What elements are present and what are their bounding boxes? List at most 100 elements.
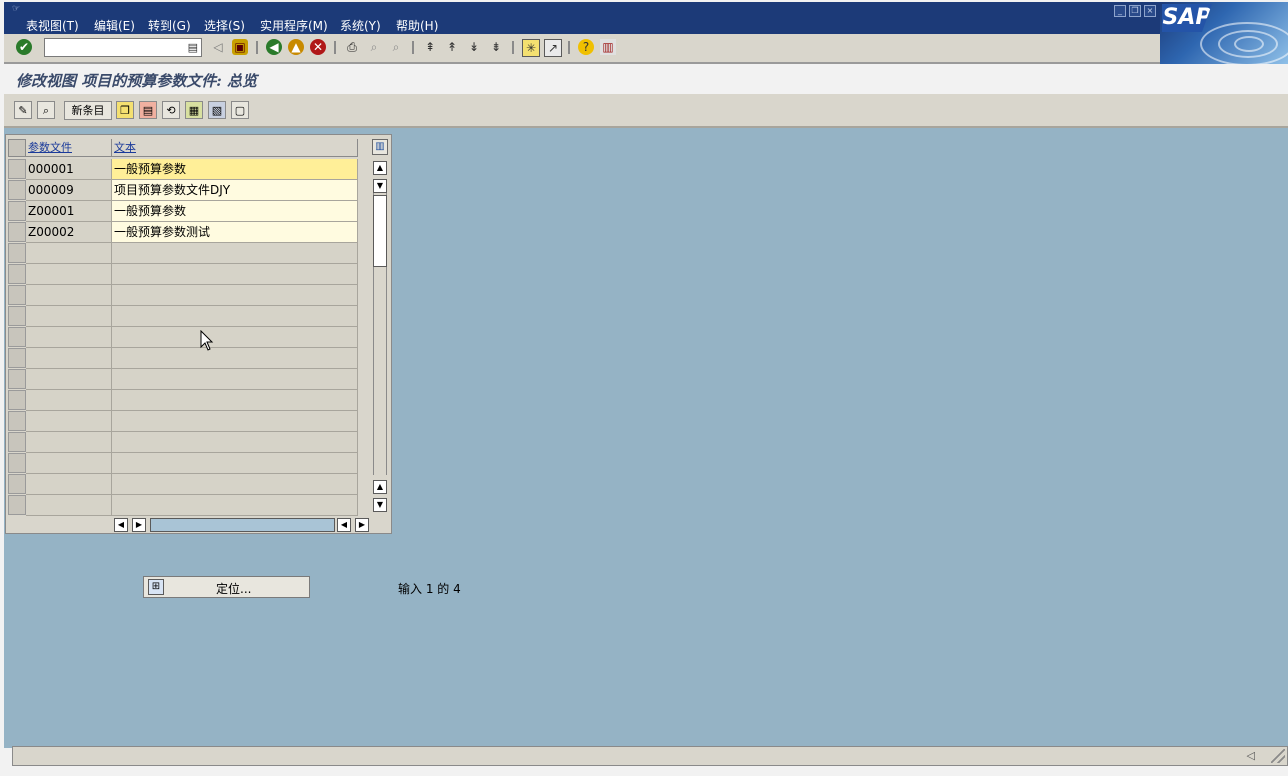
find-next-icon[interactable]: ⌕ (388, 39, 404, 55)
empty-profile-cell[interactable] (26, 390, 112, 411)
profile-cell[interactable]: Z00002 (26, 222, 112, 243)
empty-text-cell[interactable] (112, 474, 358, 495)
menu-table-view[interactable]: 表视图(T) (26, 17, 79, 34)
empty-profile-cell[interactable] (26, 495, 112, 516)
empty-text-cell[interactable] (112, 327, 358, 348)
shortcut-icon[interactable]: ↗ (544, 39, 562, 57)
close-window-icon[interactable]: × (1144, 5, 1156, 17)
empty-profile-cell[interactable] (26, 348, 112, 369)
new-session-icon[interactable]: ✳ (522, 39, 540, 57)
empty-text-cell[interactable] (112, 348, 358, 369)
command-field[interactable]: ▤ (44, 38, 202, 57)
undo-change-icon[interactable]: ⟲ (162, 101, 180, 119)
vertical-scroll-thumb[interactable] (373, 195, 387, 267)
restore-icon[interactable]: ❐ (1129, 5, 1141, 17)
layout-menu-icon[interactable]: ▥ (600, 39, 616, 55)
scroll-down-icon[interactable]: ▼ (373, 498, 387, 512)
row-selector[interactable] (8, 285, 26, 305)
scroll-page-up-icon[interactable]: ▲ (373, 480, 387, 494)
row-selector[interactable] (8, 159, 26, 179)
scroll-right-end-icon[interactable]: ▶ (355, 518, 369, 532)
row-selector[interactable] (8, 432, 26, 452)
collapse-arrow-icon[interactable]: ◁ (210, 39, 226, 55)
menu-goto[interactable]: 转到(G) (148, 17, 191, 34)
empty-profile-cell[interactable] (26, 411, 112, 432)
column-header-profile[interactable]: 参数文件 (26, 139, 112, 157)
empty-profile-cell[interactable] (26, 432, 112, 453)
scroll-left-end-icon[interactable]: ◀ (337, 518, 351, 532)
empty-text-cell[interactable] (112, 264, 358, 285)
select-block-icon[interactable]: ▧ (208, 101, 226, 119)
scroll-right-icon[interactable]: ▶ (132, 518, 146, 532)
empty-text-cell[interactable] (112, 243, 358, 264)
empty-text-cell[interactable] (112, 432, 358, 453)
empty-text-cell[interactable] (112, 453, 358, 474)
empty-profile-cell[interactable] (26, 306, 112, 327)
row-selector[interactable] (8, 222, 26, 242)
scroll-page-down-icon[interactable]: ▼ (373, 179, 387, 193)
position-button[interactable]: ⊞ 定位... (143, 576, 310, 598)
row-selector[interactable] (8, 264, 26, 284)
empty-text-cell[interactable] (112, 369, 358, 390)
find-icon[interactable]: ⌕ (366, 39, 382, 55)
next-page-icon[interactable]: ↡ (466, 39, 482, 55)
empty-text-cell[interactable] (112, 285, 358, 306)
row-selector[interactable] (8, 369, 26, 389)
menu-help[interactable]: 帮助(H) (396, 17, 438, 34)
empty-text-cell[interactable] (112, 411, 358, 432)
print-icon[interactable]: ⎙ (344, 39, 360, 55)
display-icon[interactable]: ⌕ (37, 101, 55, 119)
row-selector[interactable] (8, 474, 26, 494)
profile-cell[interactable]: 000001 (26, 159, 112, 180)
help-icon[interactable]: ? (578, 39, 594, 55)
scroll-left-icon[interactable]: ◀ (114, 518, 128, 532)
save-icon[interactable]: ▣ (232, 39, 248, 55)
scroll-up-icon[interactable]: ▲ (373, 161, 387, 175)
profile-cell[interactable]: 000009 (26, 180, 112, 201)
row-selector[interactable] (8, 453, 26, 473)
menu-system[interactable]: 系统(Y) (340, 17, 381, 34)
status-expand-icon[interactable]: ◁ (1247, 749, 1255, 762)
new-entries-button[interactable]: 新条目 (64, 101, 112, 120)
menu-edit[interactable]: 编辑(E) (94, 17, 135, 34)
select-all-icon[interactable]: ▦ (185, 101, 203, 119)
command-history-icon[interactable]: ▤ (188, 41, 198, 54)
empty-profile-cell[interactable] (26, 453, 112, 474)
row-selector[interactable] (8, 201, 26, 221)
empty-profile-cell[interactable] (26, 264, 112, 285)
display-change-icon[interactable]: ✎ (14, 101, 32, 119)
table-settings-icon[interactable]: ▥ (372, 139, 388, 155)
empty-text-cell[interactable] (112, 495, 358, 516)
row-selector[interactable] (8, 243, 26, 263)
menu-selection[interactable]: 选择(S) (204, 17, 245, 34)
last-page-icon[interactable]: ⇟ (488, 39, 504, 55)
row-selector[interactable] (8, 495, 26, 515)
resize-grip-icon[interactable] (1271, 749, 1285, 763)
row-selector[interactable] (8, 348, 26, 368)
select-all-rows[interactable] (8, 139, 26, 157)
empty-text-cell[interactable] (112, 390, 358, 411)
empty-profile-cell[interactable] (26, 369, 112, 390)
empty-profile-cell[interactable] (26, 327, 112, 348)
cancel-icon[interactable]: ✕ (310, 39, 326, 55)
text-cell[interactable]: 项目预算参数文件DJY (112, 180, 358, 201)
back-icon[interactable]: ◀ (266, 39, 282, 55)
column-header-text[interactable]: 文本 (112, 139, 358, 157)
exit-icon[interactable]: ▲ (288, 39, 304, 55)
profile-cell[interactable]: Z00001 (26, 201, 112, 222)
empty-profile-cell[interactable] (26, 243, 112, 264)
deselect-all-icon[interactable]: ▢ (231, 101, 249, 119)
row-selector[interactable] (8, 327, 26, 347)
row-selector[interactable] (8, 390, 26, 410)
text-cell[interactable]: 一般预算参数 (112, 201, 358, 222)
system-menu-icon[interactable]: ☞ (12, 5, 22, 14)
enter-check-icon[interactable]: ✔ (16, 39, 32, 55)
empty-profile-cell[interactable] (26, 474, 112, 495)
row-selector[interactable] (8, 306, 26, 326)
copy-as-icon[interactable]: ❐ (116, 101, 134, 119)
text-cell[interactable]: 一般预算参数测试 (112, 222, 358, 243)
first-page-icon[interactable]: ⇞ (422, 39, 438, 55)
menu-utilities[interactable]: 实用程序(M) (260, 17, 328, 34)
text-cell[interactable]: 一般预算参数 (112, 159, 358, 180)
row-selector[interactable] (8, 180, 26, 200)
